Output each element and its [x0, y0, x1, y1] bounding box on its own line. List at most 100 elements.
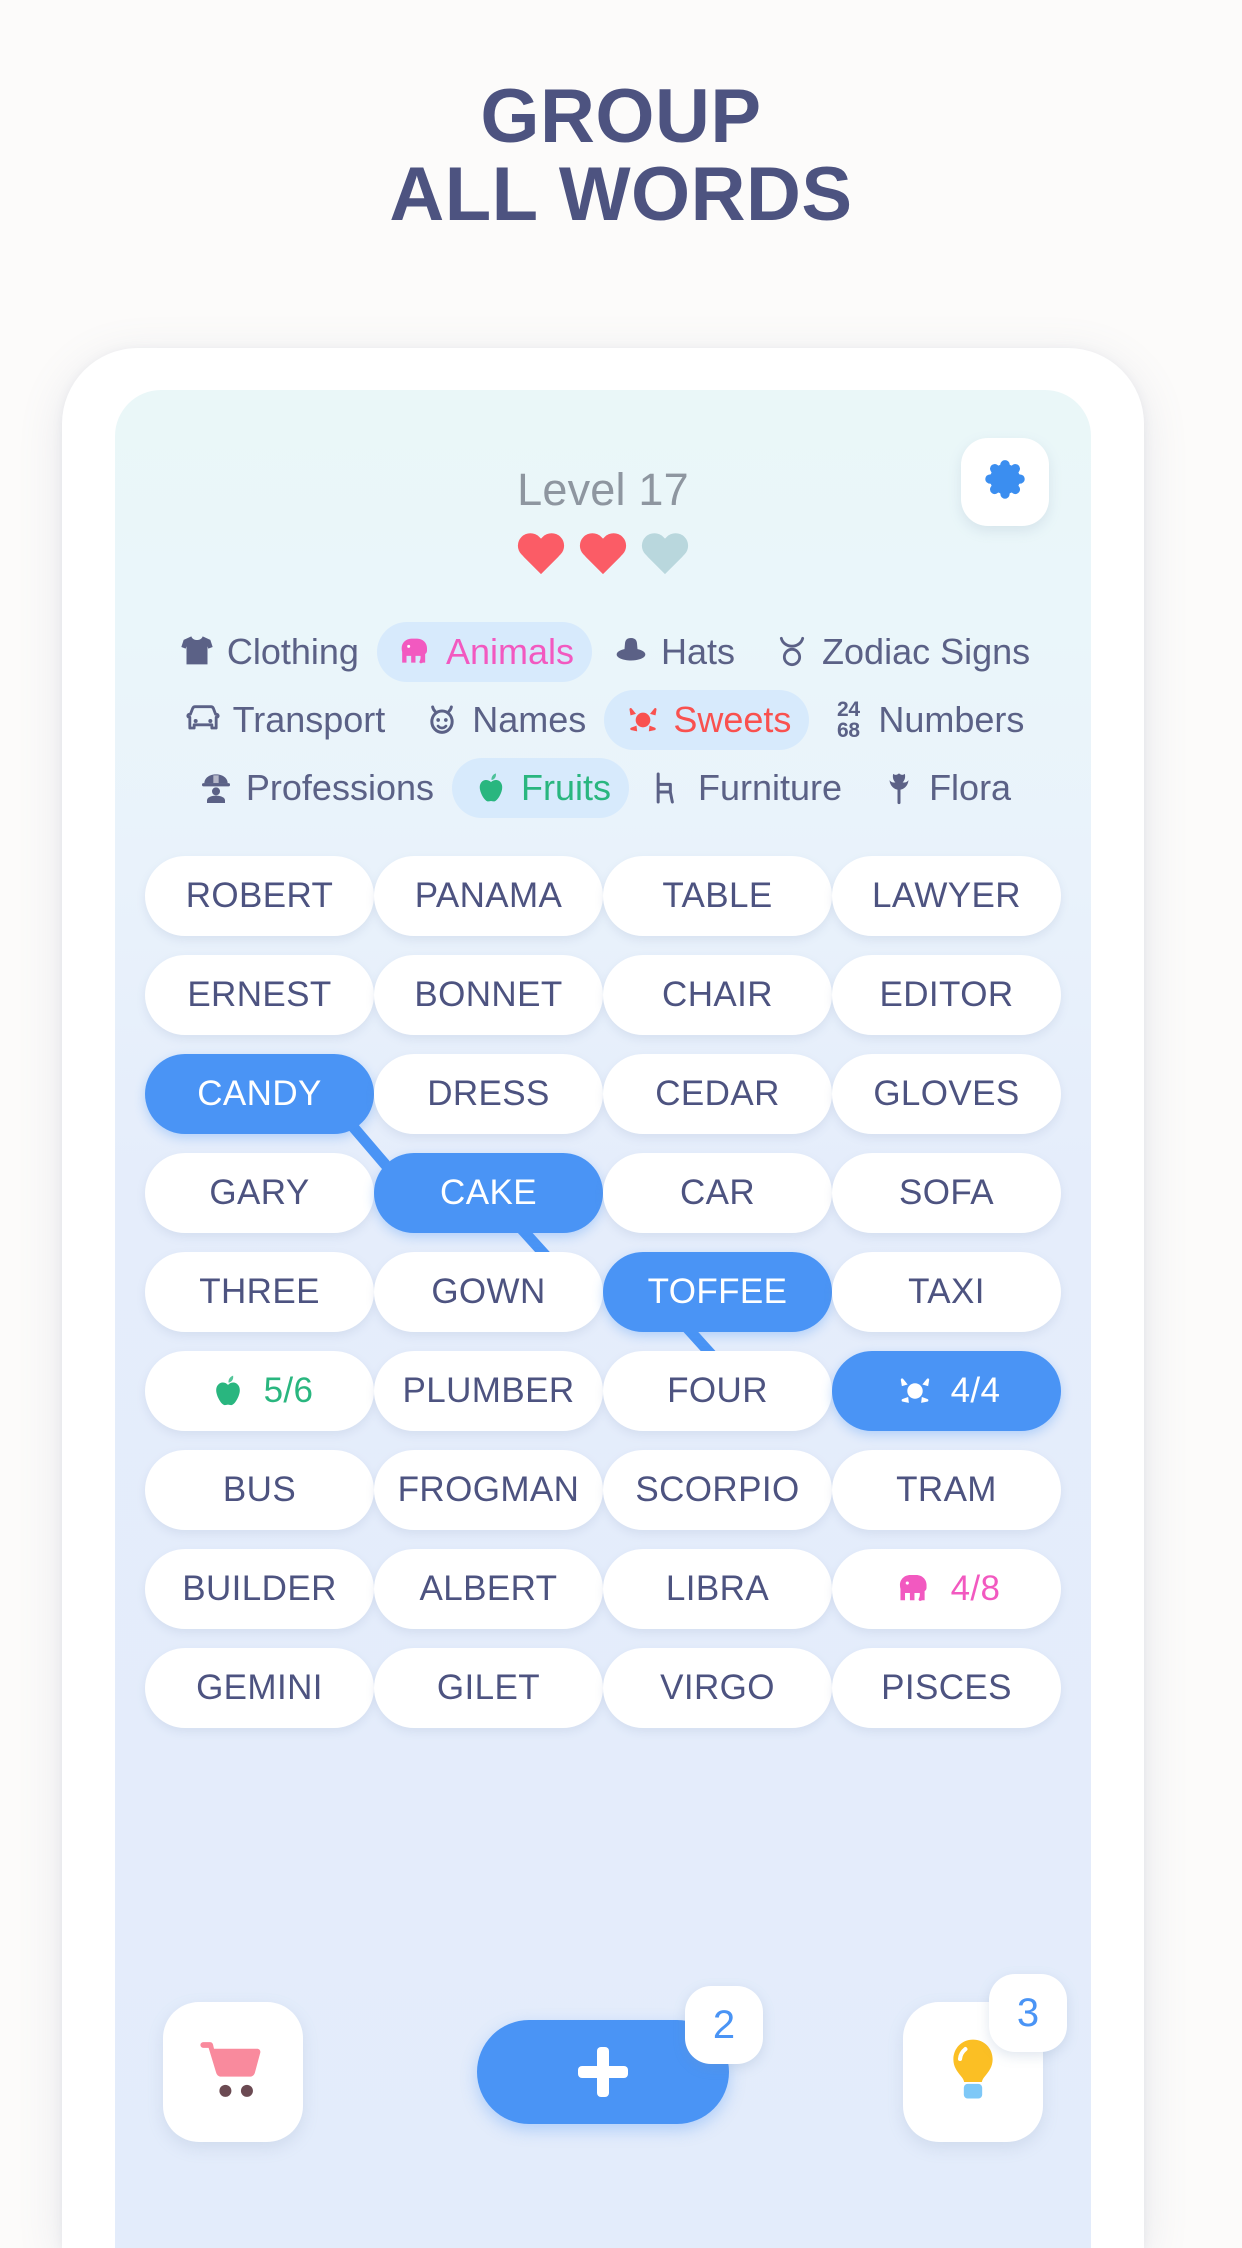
word-tile[interactable]: LAWYER — [832, 856, 1061, 936]
category-progress-tile[interactable]: 4/8 — [832, 1549, 1061, 1629]
category-chip-clothing[interactable]: Clothing — [158, 622, 377, 682]
word-tile[interactable]: TABLE — [603, 856, 832, 936]
word-tile[interactable]: ROBERT — [145, 856, 374, 936]
word-tile[interactable]: PANAMA — [374, 856, 603, 936]
chair-icon — [647, 767, 689, 809]
tulip-icon — [878, 767, 920, 809]
add-count-badge: 2 — [685, 1986, 763, 2064]
lives-indicator — [115, 534, 1091, 580]
progress-count: 5/6 — [263, 1371, 314, 1410]
elephant-icon — [893, 1567, 937, 1611]
category-chip-label: Zodiac Signs — [822, 631, 1031, 672]
category-chip-animals[interactable]: Animals — [376, 622, 592, 682]
word-tile[interactable]: GOWN — [374, 1252, 603, 1332]
numbers-icon: 24 68 — [836, 697, 860, 742]
word-tile[interactable]: ALBERT — [374, 1549, 603, 1629]
word-tile[interactable]: FOUR — [603, 1351, 832, 1431]
shopping-cart-icon — [195, 2032, 271, 2113]
heart-filled-icon — [516, 534, 566, 580]
face-icon — [421, 699, 463, 741]
word-tile[interactable]: ERNEST — [145, 955, 374, 1035]
word-tile[interactable]: BUS — [145, 1450, 374, 1530]
heart-filled-icon — [578, 534, 628, 580]
word-tile[interactable]: VIRGO — [603, 1648, 832, 1728]
category-chip-label: Flora — [929, 767, 1012, 808]
category-chip-zodiac-signs[interactable]: Zodiac Signs — [753, 622, 1048, 682]
word-tile[interactable]: SOFA — [832, 1153, 1061, 1233]
word-grid-row: BUS FROGMAN SCORPIO TRAM — [145, 1450, 1061, 1530]
word-tile[interactable]: CHAIR — [603, 955, 832, 1035]
word-tile[interactable]: TAXI — [832, 1252, 1061, 1332]
category-chip-flora[interactable]: Flora — [860, 758, 1029, 818]
level-label: Level 17 — [517, 464, 689, 515]
headline-line-2: ALL WORDS — [389, 152, 853, 238]
word-tile[interactable]: CAR — [603, 1153, 832, 1233]
shop-button[interactable] — [163, 2002, 303, 2142]
word-grid: ROBERT PANAMA TABLE LAWYER ERNEST BONNET CHAIR… — [115, 856, 1091, 1747]
word-tile[interactable]: GLOVES — [832, 1054, 1061, 1134]
plus-icon — [575, 2044, 631, 2100]
word-grid-row: THREE GOWN TOFFEE TAXI — [145, 1252, 1061, 1332]
word-tile[interactable]: BONNET — [374, 955, 603, 1035]
game-screen: Level 17 Clothing Animals Hats Zodiac Signs… — [115, 390, 1091, 2248]
category-chip-sweets[interactable]: Sweets — [604, 690, 810, 750]
word-tile[interactable]: CEDAR — [603, 1054, 832, 1134]
word-tile[interactable]: LIBRA — [603, 1549, 832, 1629]
page-title: GROUP ALL WORDS — [0, 74, 1242, 238]
category-chip-label: Clothing — [226, 631, 359, 672]
word-tile[interactable]: DRESS — [374, 1054, 603, 1134]
hint-button[interactable]: 3 — [903, 1974, 1067, 2142]
word-tile[interactable]: GARY — [145, 1153, 374, 1233]
word-tile[interactable]: FROGMAN — [374, 1450, 603, 1530]
category-chip-professions[interactable]: Professions — [177, 758, 452, 818]
word-grid-row: ERNEST BONNET CHAIR EDITOR — [145, 955, 1061, 1035]
category-chip-furniture[interactable]: Furniture — [629, 758, 860, 818]
car-icon — [182, 699, 224, 741]
category-row: Transport Names Sweets 24 68 Numbers — [129, 690, 1077, 750]
category-chip-label: Furniture — [698, 767, 843, 808]
word-tile[interactable]: GEMINI — [145, 1648, 374, 1728]
word-tile[interactable]: PLUMBER — [374, 1351, 603, 1431]
settings-button[interactable] — [961, 438, 1049, 526]
category-chip-label: Numbers — [878, 699, 1025, 740]
category-progress-tile[interactable]: 5/6 — [145, 1351, 374, 1431]
word-grid-row: 5/6 PLUMBER FOUR 4/4 — [145, 1351, 1061, 1431]
category-chip-numbers[interactable]: 24 68 Numbers — [809, 690, 1042, 750]
category-chip-label: Hats — [661, 631, 736, 672]
word-tile[interactable]: PISCES — [832, 1648, 1061, 1728]
category-row: Professions Fruits Furniture Flora — [129, 758, 1077, 818]
word-tile[interactable]: GILET — [374, 1648, 603, 1728]
category-chip-label: Fruits — [521, 767, 611, 808]
category-chip-label: Names — [472, 699, 587, 740]
word-tile[interactable]: CAKE — [374, 1153, 603, 1233]
word-tile[interactable]: BUILDER — [145, 1549, 374, 1629]
word-tile[interactable]: CANDY — [145, 1054, 374, 1134]
category-chip-names[interactable]: Names — [403, 690, 604, 750]
phone-mockup: Level 17 Clothing Animals Hats Zodiac Signs… — [62, 348, 1144, 2248]
add-word-button[interactable]: 2 — [477, 1986, 763, 2124]
gear-icon — [982, 457, 1028, 508]
elephant-icon — [395, 631, 437, 673]
word-tile[interactable]: THREE — [145, 1252, 374, 1332]
category-chip-hats[interactable]: Hats — [592, 622, 753, 682]
heart-empty-icon — [640, 534, 690, 580]
word-tile[interactable]: TOFFEE — [603, 1252, 832, 1332]
category-filter-list: Clothing Animals Hats Zodiac Signs Transport… — [115, 622, 1091, 826]
apple-icon — [206, 1369, 250, 1413]
category-progress-tile[interactable]: 4/4 — [832, 1351, 1061, 1431]
category-chip-fruits[interactable]: Fruits — [452, 758, 629, 818]
hint-count-badge: 3 — [989, 1974, 1067, 2052]
word-tile[interactable]: SCORPIO — [603, 1450, 832, 1530]
bottom-toolbar: 2 3 — [115, 1974, 1091, 2160]
word-grid-row: BUILDER ALBERT LIBRA 4/8 — [145, 1549, 1061, 1629]
category-chip-label: Professions — [245, 767, 434, 808]
worker-icon — [195, 767, 237, 809]
word-tile[interactable]: EDITOR — [832, 955, 1061, 1035]
headline-line-1: GROUP — [480, 74, 762, 159]
category-chip-label: Sweets — [673, 699, 792, 740]
category-chip-transport[interactable]: Transport — [164, 690, 404, 750]
category-chip-label: Transport — [232, 699, 386, 740]
candy-icon — [893, 1369, 937, 1413]
progress-count: 4/4 — [950, 1371, 1001, 1410]
word-tile[interactable]: TRAM — [832, 1450, 1061, 1530]
